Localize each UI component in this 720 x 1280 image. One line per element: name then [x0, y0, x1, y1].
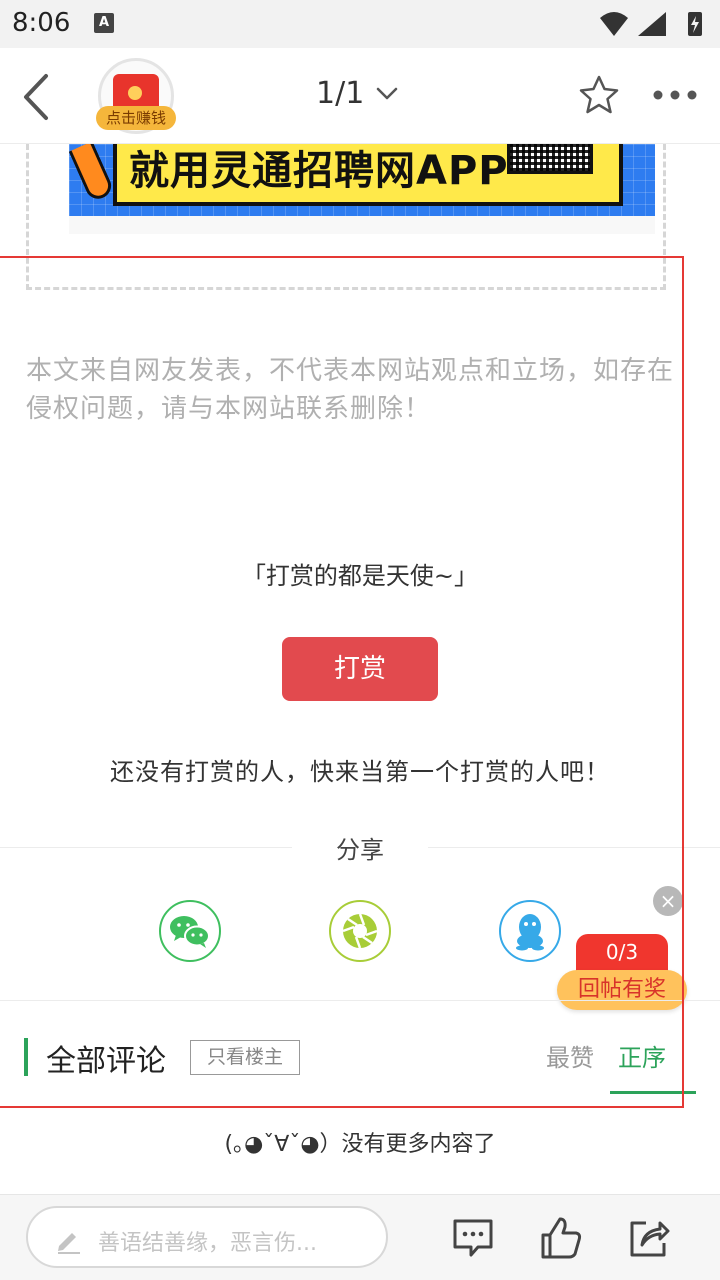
system-status-icons [600, 12, 702, 36]
bottom-action-bar: 善语结善缘，恶言伤... [0, 1194, 720, 1280]
share-moments-button[interactable] [329, 900, 391, 962]
more-icon [653, 90, 697, 100]
page-indicator-text: 1/1 [316, 76, 365, 111]
chevron-down-icon [377, 87, 398, 99]
reply-reward-button[interactable]: 回帖有奖 [557, 970, 687, 1010]
like-button[interactable] [538, 1215, 584, 1261]
owner-only-filter[interactable]: 只看楼主 [190, 1040, 300, 1075]
moments-icon [342, 913, 378, 949]
favorite-button[interactable] [578, 74, 620, 116]
pencil-icon [58, 1233, 80, 1254]
banner-ad-panel: 就用灵通招聘网APP [113, 144, 623, 206]
reward-empty-text: 还没有打赏的人，快来当第一个打赏的人吧！ [110, 758, 610, 786]
status-time: 8:06 [12, 8, 71, 38]
comments-title: 全部评论 [46, 1044, 166, 1079]
share-icon [630, 1221, 670, 1257]
wifi-icon [600, 12, 628, 36]
star-icon [579, 75, 619, 114]
active-sort-indicator [610, 1091, 696, 1094]
reply-reward-count[interactable]: 0/3 [576, 934, 668, 974]
banner-ad-footer [69, 216, 655, 234]
comments-accent-bar [24, 1038, 28, 1076]
share-qq-button[interactable] [499, 900, 561, 962]
qr-code-icon [507, 144, 593, 174]
earn-money-label: 点击赚钱 [96, 106, 176, 130]
article-disclaimer: 本文来自网友发表，不代表本网站观点和立场，如存在侵权问题，请与本网站联系删除！ [26, 356, 675, 424]
top-nav-bar: 点击赚钱 1/1 [0, 48, 720, 144]
banner-ad[interactable]: 就用灵通招聘网APP [69, 144, 655, 216]
share-title: 分享 [336, 836, 384, 864]
share-button[interactable] [626, 1215, 672, 1261]
close-float-button[interactable]: × [653, 886, 683, 916]
comment-icon [453, 1219, 493, 1257]
qq-icon [516, 914, 544, 951]
reward-button[interactable]: 打赏 [282, 637, 438, 701]
banner-ad-text: 就用灵通招聘网APP [129, 148, 509, 194]
notification-icon: A [94, 13, 114, 33]
back-button[interactable] [18, 70, 58, 124]
no-more-content-text: (｡◕ˇ∀ˇ◕）没有更多内容了 [224, 1132, 496, 1157]
like-icon [541, 1217, 582, 1259]
share-wechat-button[interactable] [159, 900, 221, 962]
reward-slogan: 「打赏的都是天使~」 [241, 562, 479, 590]
comments-divider [0, 1000, 720, 1001]
pin-icon [69, 144, 116, 203]
comment-input[interactable]: 善语结善缘，恶言伤... [26, 1206, 388, 1268]
sort-chronological-tab[interactable]: 正序 [618, 1038, 666, 1073]
status-bar: 8:06 A [0, 0, 720, 48]
more-button[interactable] [650, 80, 700, 110]
earn-money-button[interactable]: 点击赚钱 [96, 58, 178, 140]
wechat-icon [170, 916, 210, 948]
signal-icon [638, 12, 666, 36]
comment-button[interactable] [450, 1215, 496, 1261]
sort-most-liked-tab[interactable]: 最赞 [546, 1038, 594, 1073]
back-icon [24, 74, 48, 120]
banner-ad-container: 就用灵通招聘网APP [26, 144, 666, 290]
comment-input-placeholder: 善语结善缘，恶言伤... [98, 1231, 317, 1256]
page-selector[interactable]: 1/1 [316, 76, 398, 111]
